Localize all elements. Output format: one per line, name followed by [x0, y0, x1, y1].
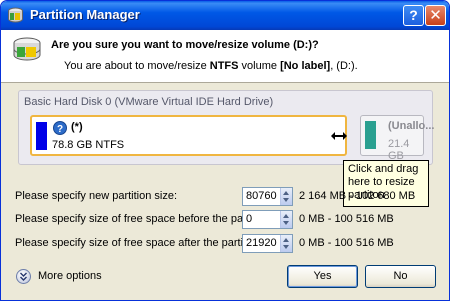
partition-info-icon: ? — [53, 121, 67, 135]
new-size-value[interactable]: 80760 — [246, 190, 277, 202]
space-after-label: Please specify size of free space after … — [15, 237, 264, 249]
unallocated-color-bar — [365, 121, 376, 149]
unallocated-block[interactable]: (Unallo... 21.4 GB — [360, 115, 434, 162]
title-bar[interactable]: Partition Manager ? ✕ — [1, 1, 449, 30]
space-before-spin-buttons[interactable] — [280, 211, 292, 228]
spin-down-icon[interactable] — [283, 221, 289, 225]
unallocated-label: (Unallo... — [388, 120, 435, 132]
partition-block-d[interactable]: ? (*) 78.8 GB NTFS — [30, 115, 347, 156]
more-options-label[interactable]: More options — [38, 270, 102, 282]
detail-volume-label: [No label] — [280, 60, 331, 72]
space-after-range: 0 MB - 100 516 MB — [299, 237, 394, 249]
detail-mid: volume — [238, 60, 281, 72]
space-before-range: 0 MB - 100 516 MB — [299, 213, 394, 225]
partition-manager-dialog: Partition Manager ? ✕ Are you sure you w… — [0, 0, 450, 301]
disk-title: Basic Hard Disk 0 (VMware Virtual IDE Ha… — [24, 96, 274, 108]
window-title: Partition Manager — [30, 7, 140, 22]
space-before-label: Please specify size of free space before… — [15, 213, 274, 225]
new-size-spinner[interactable]: 80760 — [242, 187, 293, 206]
space-after-spinner[interactable]: 21920 — [242, 234, 293, 253]
partition-manager-app-icon — [8, 7, 23, 23]
confirm-detail: You are about to move/resize NTFS volume… — [64, 60, 358, 72]
help-button[interactable]: ? — [403, 5, 424, 26]
partition-color-bar — [36, 122, 47, 150]
yes-button[interactable]: Yes — [287, 265, 358, 288]
new-size-spin-buttons[interactable] — [280, 188, 292, 205]
spin-up-icon[interactable] — [283, 214, 289, 218]
expand-chevron-icon[interactable] — [16, 269, 31, 284]
spin-down-icon[interactable] — [283, 198, 289, 202]
space-before-spinner[interactable]: 0 — [242, 210, 293, 229]
close-button[interactable]: ✕ — [425, 5, 446, 26]
spin-up-icon[interactable] — [283, 191, 289, 195]
space-after-spin-buttons[interactable] — [280, 235, 292, 252]
confirm-question: Are you sure you want to move/resize vol… — [51, 39, 319, 51]
disk-map-panel: Basic Hard Disk 0 (VMware Virtual IDE Ha… — [18, 90, 434, 165]
detail-suffix: , (D:). — [330, 60, 358, 72]
partition-size: 78.8 GB NTFS — [52, 139, 125, 151]
disk-resize-icon — [13, 37, 41, 61]
spin-up-icon[interactable] — [283, 238, 289, 242]
unallocated-size: 21.4 GB — [388, 138, 410, 162]
resize-cursor-icon[interactable] — [331, 131, 347, 141]
dialog-header: Are you sure you want to move/resize vol… — [1, 30, 449, 83]
detail-filesystem: NTFS — [209, 60, 239, 72]
spin-down-icon[interactable] — [283, 245, 289, 249]
no-button[interactable]: No — [365, 265, 436, 288]
space-after-value[interactable]: 21920 — [246, 237, 277, 249]
new-size-range: 2 164 MB - 102 680 MB — [299, 190, 416, 202]
more-options-toggle[interactable]: More options — [16, 269, 146, 285]
space-before-value[interactable]: 0 — [246, 213, 252, 225]
new-size-label: Please specify new partition size: — [15, 190, 178, 202]
detail-prefix: You are about to move/resize — [64, 60, 210, 72]
svg-text:?: ? — [57, 124, 63, 135]
partition-label: (*) — [71, 121, 83, 133]
